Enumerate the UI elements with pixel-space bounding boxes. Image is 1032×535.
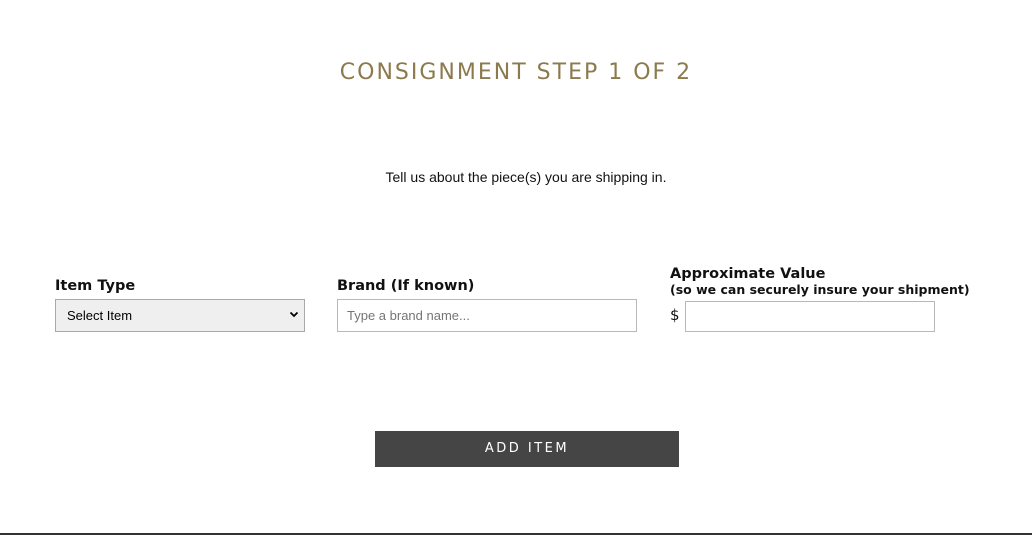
chevron-down-icon xyxy=(289,300,299,343)
add-item-button[interactable]: ADD ITEM xyxy=(375,431,679,467)
item-type-selected: Select Item xyxy=(67,308,133,323)
item-type-select[interactable]: Select Item xyxy=(55,299,305,332)
item-type-label: Item Type xyxy=(55,278,136,294)
value-sublabel: (so we can securely insure your shipment… xyxy=(670,282,970,297)
currency-symbol: $ xyxy=(670,306,680,324)
value-input[interactable] xyxy=(685,301,935,332)
brand-input[interactable]: Type a brand name... xyxy=(337,299,637,332)
intro-text: Tell us about the piece(s) you are shipp… xyxy=(385,169,667,185)
brand-label: Brand (If known) xyxy=(337,278,475,294)
page-title: CONSIGNMENT STEP 1 OF 2 xyxy=(339,60,693,85)
value-label: Approximate Value xyxy=(670,266,826,282)
brand-placeholder: Type a brand name... xyxy=(347,308,470,323)
